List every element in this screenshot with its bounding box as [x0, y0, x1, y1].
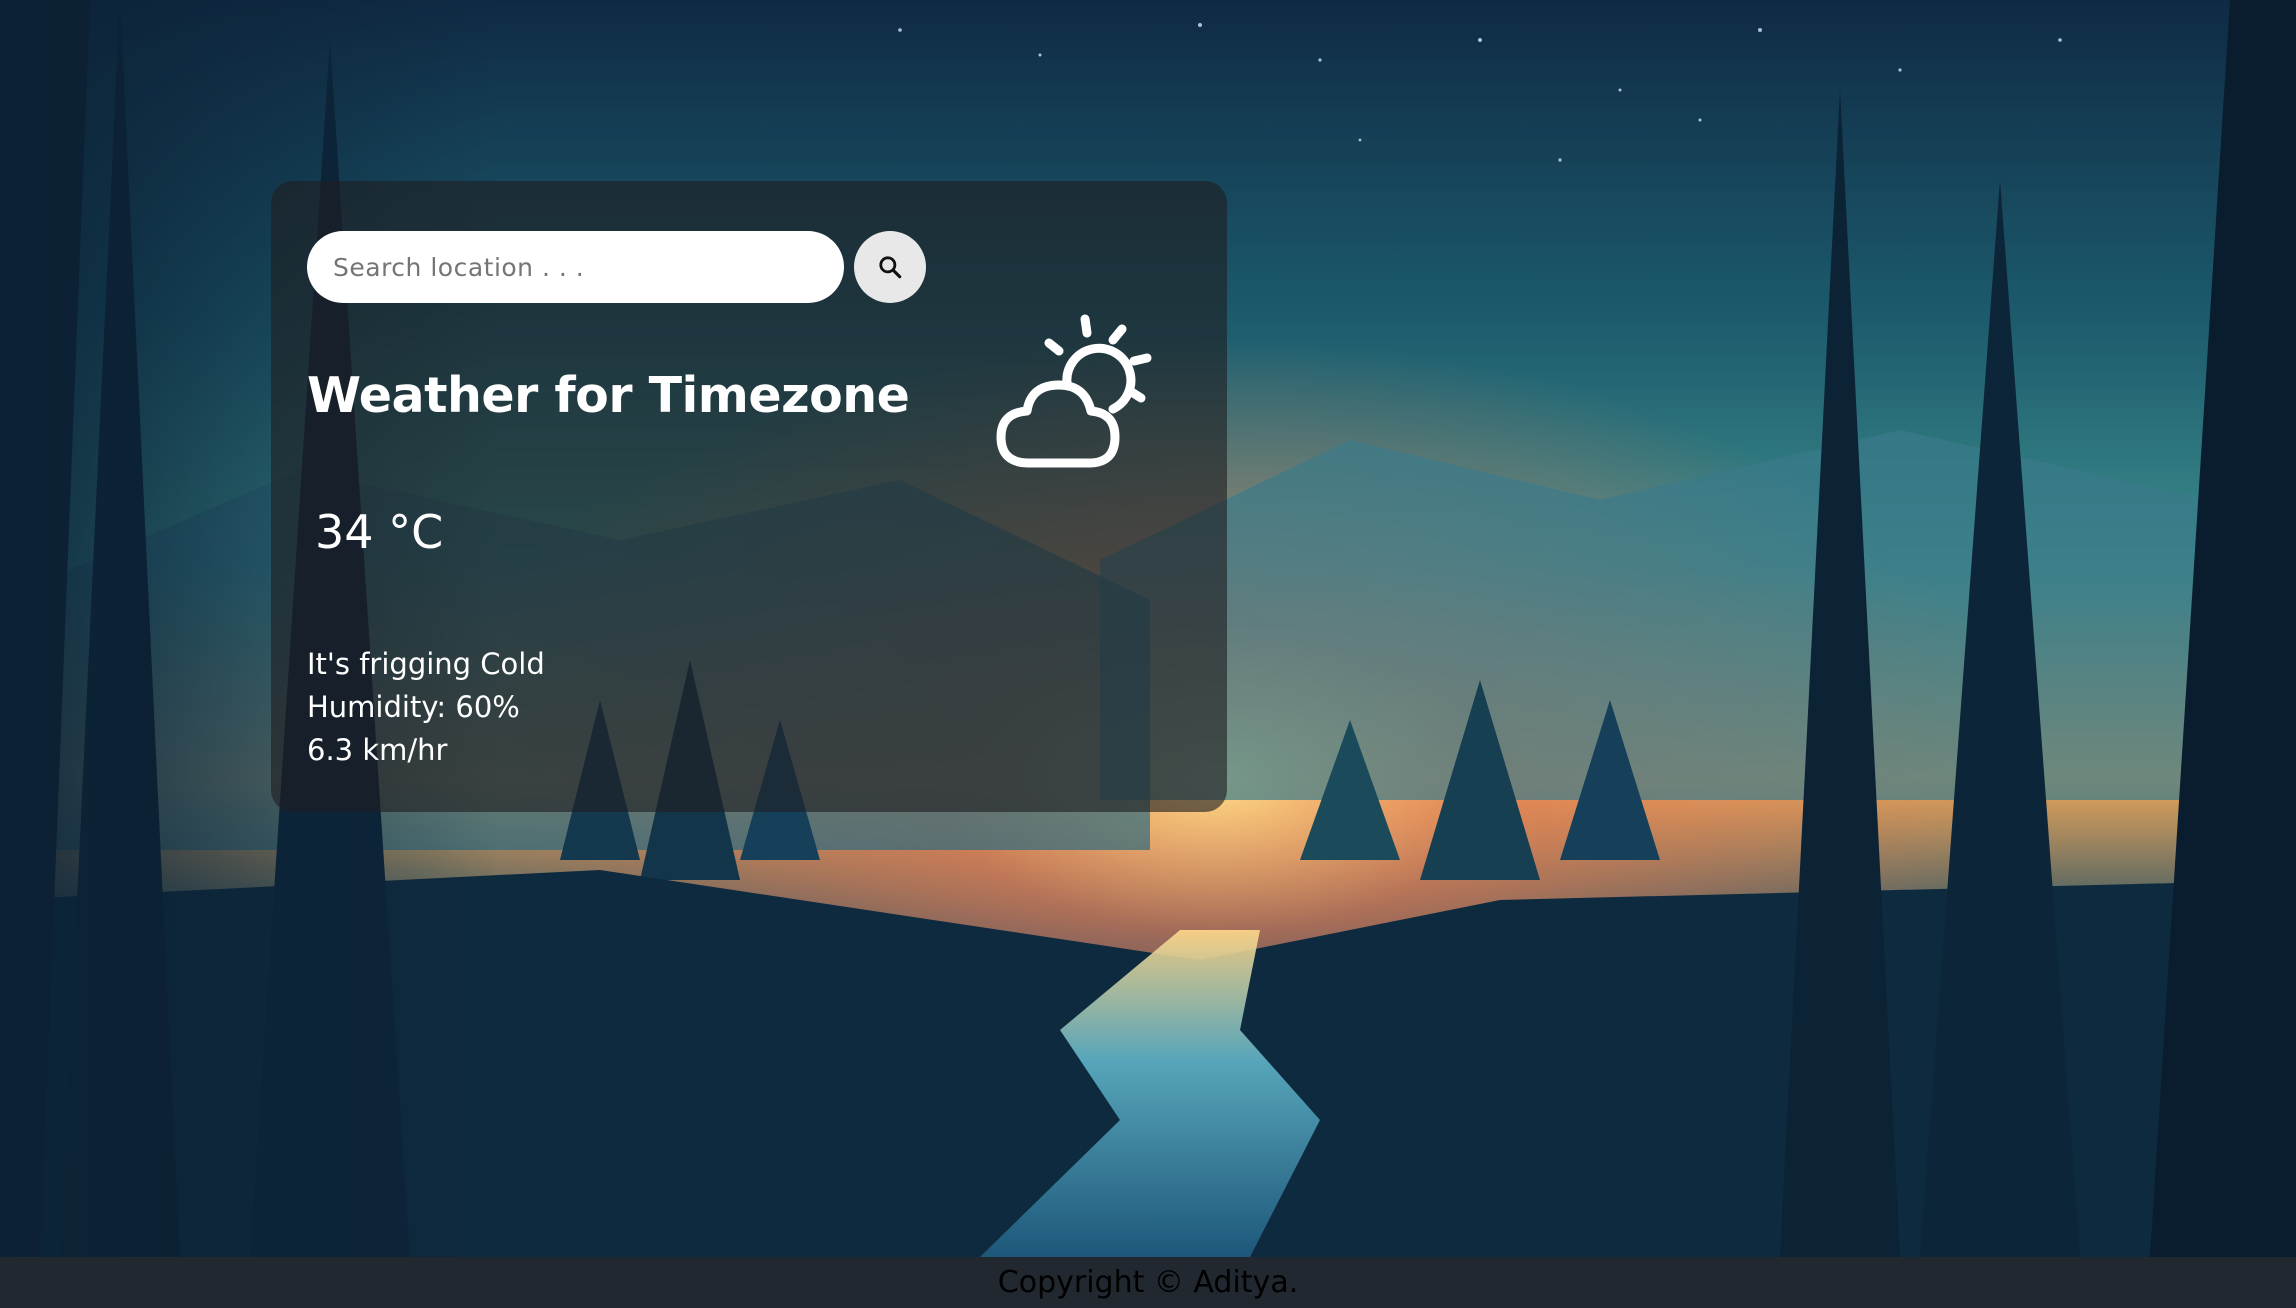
- weather-details: It's frigging Cold Humidity: 60% 6.3 km/…: [307, 643, 545, 772]
- wind-speed-value: 6.3 km/hr: [307, 733, 448, 767]
- temperature-value: 34 °C: [315, 505, 444, 559]
- search-icon: [879, 256, 902, 279]
- search-bar: [307, 231, 926, 303]
- humidity-value: Humidity: 60%: [307, 690, 520, 724]
- title-prefix: Weather for: [307, 367, 633, 424]
- weather-card: Weather for Timezone 34 °C It's frigging…: [271, 181, 1227, 812]
- page: Weather for Timezone 34 °C It's frigging…: [0, 0, 2296, 1308]
- copyright-text: Copyright © Aditya.: [997, 1265, 1299, 1300]
- search-input[interactable]: [307, 231, 844, 303]
- partly-cloudy-sun-icon: [996, 314, 1152, 468]
- city-name: Timezone: [648, 367, 910, 424]
- weather-title: Weather for Timezone: [307, 367, 910, 424]
- footer: Copyright © Aditya.: [0, 1257, 2296, 1308]
- weather-description: It's frigging Cold: [307, 647, 545, 681]
- search-button[interactable]: [854, 231, 926, 303]
